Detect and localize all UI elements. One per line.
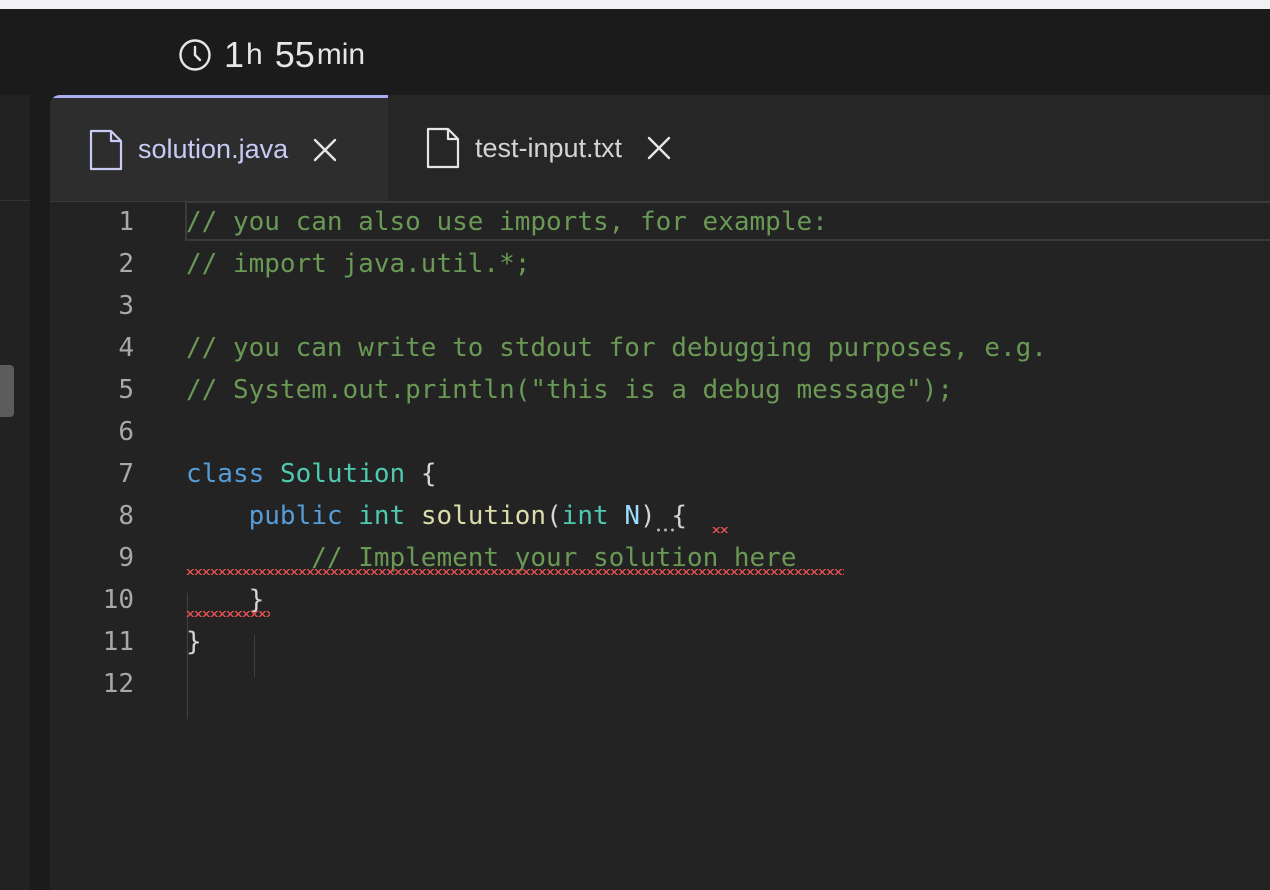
panel-scrollbar[interactable] bbox=[0, 365, 14, 417]
line-number: 3 bbox=[118, 291, 134, 321]
line-number: 12 bbox=[102, 669, 134, 699]
line-number: 2 bbox=[118, 249, 134, 279]
line-number: 7 bbox=[118, 459, 134, 489]
top-strip bbox=[0, 0, 1270, 9]
file-icon bbox=[426, 127, 460, 169]
close-icon[interactable] bbox=[312, 137, 338, 163]
code-line-11: 11 } bbox=[50, 621, 1270, 663]
file-icon bbox=[89, 129, 123, 170]
code-line-12: 12 bbox=[50, 663, 1270, 705]
timer-minutes-unit: min bbox=[316, 38, 366, 71]
code-line-2: 2 // import java.util.*; bbox=[50, 243, 1270, 285]
line-number: 6 bbox=[118, 417, 134, 447]
clock-icon bbox=[179, 39, 211, 71]
line-number: 4 bbox=[118, 333, 134, 363]
tab-test-input-txt[interactable]: test-input.txt bbox=[425, 95, 725, 201]
panel-divider bbox=[0, 200, 30, 201]
code-line-6: 6 bbox=[50, 411, 1270, 453]
line-number: 9 bbox=[118, 543, 134, 573]
code-text: class Solution { bbox=[186, 459, 437, 489]
line-number: 11 bbox=[102, 627, 134, 657]
code-line-4: 4 // you can write to stdout for debuggi… bbox=[50, 327, 1270, 369]
code-text: // you can also use imports, for example… bbox=[186, 207, 828, 237]
line-number: 1 bbox=[118, 207, 134, 237]
code-text: public int solution(int N) { bbox=[248, 501, 687, 531]
code-line-3: 3 bbox=[50, 285, 1270, 327]
close-icon[interactable] bbox=[646, 135, 672, 161]
line-number: 10 bbox=[102, 585, 134, 615]
timer-minutes: 55 bbox=[274, 34, 315, 75]
line-number: 5 bbox=[118, 375, 134, 405]
code-line-7: 7 class Solution { bbox=[50, 453, 1270, 495]
tab-solution-java[interactable]: solution.java bbox=[50, 95, 388, 201]
code-editor: solution.java test-input.txt 1 // you ca… bbox=[50, 95, 1270, 890]
timer-hours-unit: h bbox=[246, 38, 263, 71]
code-text: // System.out.println("this is a debug m… bbox=[186, 375, 954, 405]
code-text: } bbox=[186, 627, 202, 657]
code-text: // import java.util.*; bbox=[186, 249, 531, 279]
timer-bar: 1 h 55 min bbox=[0, 9, 1270, 95]
error-squiggle bbox=[186, 611, 270, 617]
hint-dots bbox=[655, 528, 677, 532]
tab-label: test-input.txt bbox=[475, 132, 623, 163]
code-line-1: 1 // you can also use imports, for examp… bbox=[50, 201, 1270, 243]
code-text: // you can write to stdout for debugging… bbox=[186, 333, 1047, 363]
editor-tabbar: solution.java test-input.txt bbox=[50, 95, 1270, 202]
tab-label: solution.java bbox=[138, 134, 289, 164]
left-panel bbox=[0, 95, 30, 890]
code-area[interactable]: 1 // you can also use imports, for examp… bbox=[50, 201, 1270, 890]
countdown-timer: 1 h 55 min bbox=[178, 34, 366, 75]
line-number: 8 bbox=[118, 501, 134, 531]
error-squiggle bbox=[186, 569, 844, 575]
error-squiggle bbox=[712, 527, 728, 533]
code-line-5: 5 // System.out.println("this is a debug… bbox=[50, 369, 1270, 411]
timer-hours: 1 bbox=[224, 34, 245, 75]
